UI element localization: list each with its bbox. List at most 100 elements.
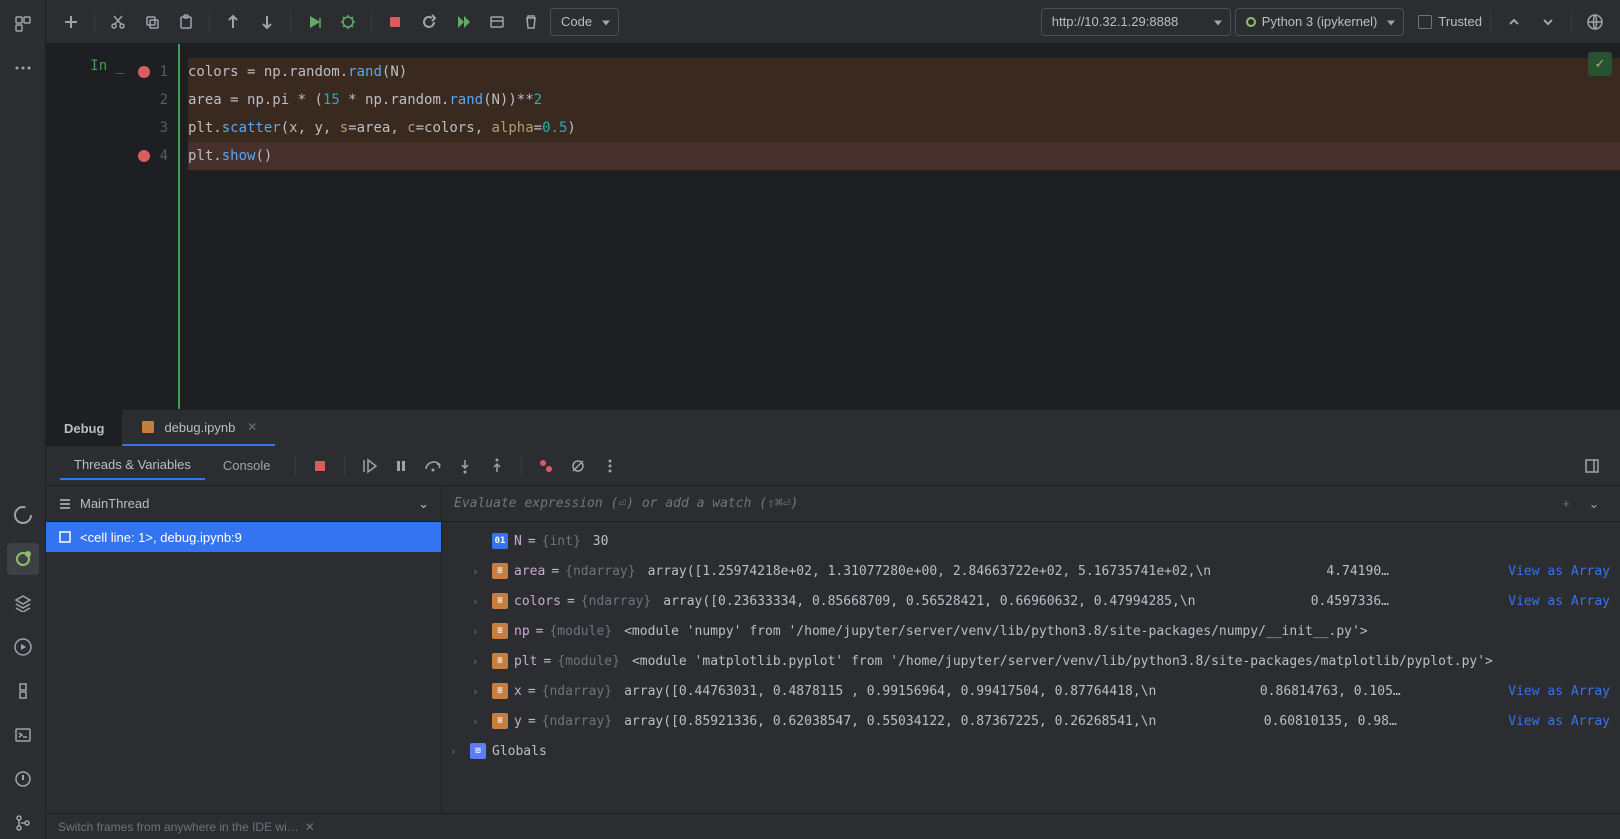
- loading-icon[interactable]: [7, 499, 39, 531]
- projects-icon[interactable]: [7, 8, 39, 40]
- add-watch-button[interactable]: +: [1552, 490, 1580, 518]
- run-icon[interactable]: [7, 631, 39, 663]
- var-row[interactable]: › ≡ y = {ndarray} array([0.85921336, 0.6…: [442, 706, 1620, 736]
- step-into-button[interactable]: [451, 452, 479, 480]
- trusted-label: Trusted: [1438, 14, 1482, 29]
- move-down-button[interactable]: [252, 7, 282, 37]
- terminal-icon[interactable]: [7, 719, 39, 751]
- debug-icon[interactable]: [7, 543, 39, 575]
- thread-selector[interactable]: MainThread ⌄: [46, 486, 441, 522]
- restart-button[interactable]: [414, 7, 444, 37]
- in-prompt: In _: [46, 44, 130, 409]
- breakpoint-icon[interactable]: [138, 150, 150, 162]
- expand-vars-button[interactable]: ⌄: [1580, 490, 1608, 518]
- pause-button[interactable]: [387, 452, 415, 480]
- kernel-select[interactable]: Python 3 (ipykernel): [1235, 8, 1405, 36]
- resume-button[interactable]: [355, 452, 383, 480]
- chevron-down-icon: ⌄: [418, 496, 429, 512]
- var-row[interactable]: › ≡ plt = {module} <module 'matplotlib.p…: [442, 646, 1620, 676]
- array-icon: ≡: [492, 683, 508, 699]
- view-as-array-link[interactable]: View as Array: [1508, 684, 1620, 699]
- view-as-array-link[interactable]: View as Array: [1508, 714, 1620, 729]
- evaluate-input[interactable]: [454, 496, 1552, 511]
- var-row[interactable]: › ≡ x = {ndarray} array([0.44763031, 0.4…: [442, 676, 1620, 706]
- chevron-right-icon[interactable]: ›: [472, 625, 486, 638]
- thread-name: MainThread: [80, 496, 149, 511]
- copy-button[interactable]: [137, 7, 167, 37]
- chevron-right-icon[interactable]: ›: [450, 745, 464, 758]
- module-icon: ≡: [492, 623, 508, 639]
- cell-status-ok-icon: ✓: [1588, 52, 1612, 76]
- run-all-button[interactable]: [448, 7, 478, 37]
- layout-button[interactable]: [1578, 452, 1606, 480]
- thread-icon: [58, 497, 72, 511]
- chevron-right-icon[interactable]: ›: [472, 715, 486, 728]
- debug-body: MainThread ⌄ <cell line: 1>, debug.ipynb…: [46, 486, 1620, 813]
- stack-frame[interactable]: <cell line: 1>, debug.ipynb:9: [46, 522, 441, 552]
- var-row[interactable]: › ≡ area = {ndarray} array([1.25974218e+…: [442, 556, 1620, 586]
- problems-icon[interactable]: [7, 763, 39, 795]
- sub-tab-threads[interactable]: Threads & Variables: [60, 451, 205, 480]
- main-column: Code http://10.32.1.29:8888 Python 3 (ip…: [46, 0, 1620, 839]
- tab-debug-file[interactable]: debug.ipynb ✕: [122, 410, 275, 446]
- breakpoint-icon[interactable]: [138, 66, 150, 78]
- step-out-button[interactable]: [483, 452, 511, 480]
- tab-debug[interactable]: Debug: [46, 410, 122, 446]
- var-row[interactable]: 01 N = {int} 30: [442, 526, 1620, 556]
- tab-file-label: debug.ipynb: [164, 420, 235, 435]
- checkbox-icon: [1418, 15, 1432, 29]
- mute-breakpoints-button[interactable]: [564, 452, 592, 480]
- stop-debug-button[interactable]: [306, 452, 334, 480]
- chevron-right-icon[interactable]: ›: [472, 685, 486, 698]
- line-number: 4: [160, 148, 168, 164]
- python-icon[interactable]: [7, 675, 39, 707]
- debug-toolbar: Threads & Variables Console: [46, 446, 1620, 486]
- var-row-globals[interactable]: › ⊞ Globals: [442, 736, 1620, 766]
- variables-button[interactable]: [482, 7, 512, 37]
- globe-icon[interactable]: [1580, 7, 1610, 37]
- left-tool-rail: [0, 0, 46, 839]
- add-cell-button[interactable]: [56, 7, 86, 37]
- view-as-array-link[interactable]: View as Array: [1508, 564, 1620, 579]
- stack-icon[interactable]: [7, 587, 39, 619]
- view-breakpoints-button[interactable]: [532, 452, 560, 480]
- array-icon: ≡: [492, 563, 508, 579]
- panel-tab-bar: Debug debug.ipynb ✕: [46, 410, 1620, 446]
- frame-label: <cell line: 1>, debug.ipynb:9: [80, 530, 242, 545]
- debug-cell-button[interactable]: [333, 7, 363, 37]
- step-over-button[interactable]: [419, 452, 447, 480]
- line-number: 2: [160, 92, 168, 108]
- vcs-icon[interactable]: [7, 807, 39, 839]
- server-url-field[interactable]: http://10.32.1.29:8888: [1041, 8, 1231, 36]
- var-row[interactable]: › ≡ np = {module} <module 'numpy' from '…: [442, 616, 1620, 646]
- paste-button[interactable]: [171, 7, 201, 37]
- stop-button[interactable]: [380, 7, 410, 37]
- notebook-icon: [140, 419, 156, 435]
- chevron-right-icon[interactable]: ›: [472, 655, 486, 668]
- line-number: 1: [160, 64, 168, 80]
- cut-button[interactable]: [103, 7, 133, 37]
- close-icon[interactable]: ✕: [247, 420, 257, 434]
- trust-toggle[interactable]: Trusted: [1418, 14, 1482, 29]
- close-icon[interactable]: ✕: [305, 820, 315, 834]
- delete-button[interactable]: [516, 7, 546, 37]
- move-up-button[interactable]: [218, 7, 248, 37]
- more-icon[interactable]: [7, 52, 39, 84]
- run-cell-button[interactable]: [299, 7, 329, 37]
- threads-column: MainThread ⌄ <cell line: 1>, debug.ipynb…: [46, 486, 442, 813]
- code-editor[interactable]: In _ 1 2 3 4 colors = np.random.rand(N) …: [46, 44, 1620, 409]
- more-debug-button[interactable]: [596, 452, 624, 480]
- cell-type-select[interactable]: Code: [550, 8, 619, 36]
- status-text: Switch frames from anywhere in the IDE w…: [58, 820, 299, 834]
- sub-tab-console[interactable]: Console: [209, 452, 285, 479]
- collapse-up-button[interactable]: [1499, 7, 1529, 37]
- chevron-right-icon[interactable]: ›: [472, 565, 486, 578]
- var-row[interactable]: › ≡ colors = {ndarray} array([0.23633334…: [442, 586, 1620, 616]
- code-content[interactable]: colors = np.random.rand(N) area = np.pi …: [178, 44, 1620, 409]
- kernel-label: Python 3 (ipykernel): [1262, 14, 1378, 29]
- line-gutter: 1 2 3 4: [130, 44, 178, 409]
- collapse-down-button[interactable]: [1533, 7, 1563, 37]
- chevron-right-icon[interactable]: ›: [472, 595, 486, 608]
- debug-panel: Debug debug.ipynb ✕ Threads & Variables …: [46, 409, 1620, 839]
- view-as-array-link[interactable]: View as Array: [1508, 594, 1620, 609]
